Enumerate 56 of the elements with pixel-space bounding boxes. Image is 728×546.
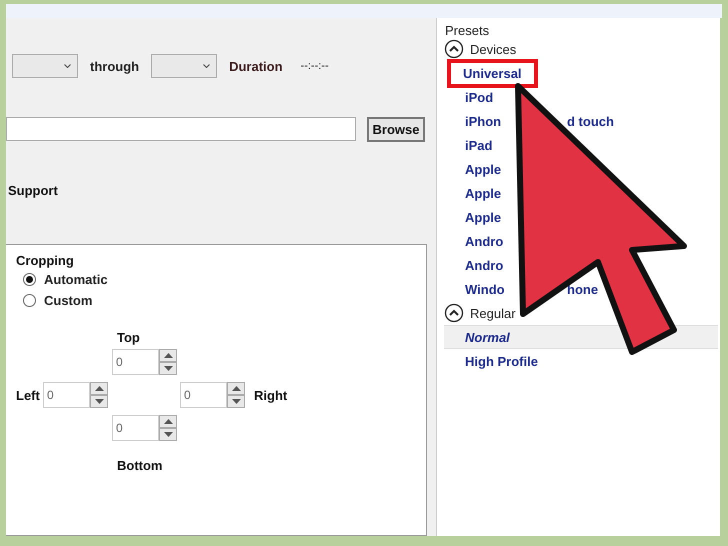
up-arrow-icon [164,353,172,358]
up-arrow-icon [232,386,240,391]
radio-label: Custom [44,293,92,308]
presets-title: Presets [444,23,490,37]
number-field[interactable]: 0 [112,349,159,375]
preset-item[interactable]: Andro [463,258,506,272]
spin-down-button[interactable] [159,362,177,375]
caret-icon [203,64,210,68]
spin-up-button[interactable] [227,382,245,395]
left-label: Left [16,388,41,402]
preset-item[interactable]: Normal [463,330,512,344]
duration-label: Duration [229,58,283,74]
preset-item-text: d touch [567,114,615,128]
caret-icon [64,64,71,68]
right-label: Right [253,388,288,402]
down-arrow-icon [164,432,172,437]
spin-up-button[interactable] [90,382,108,395]
preset-item[interactable]: Apple [463,162,504,176]
radio-button[interactable] [23,294,36,307]
up-arrow-icon [164,419,172,424]
down-arrow-icon [94,399,104,404]
spin-down-button[interactable] [90,395,108,408]
spin-down-button[interactable] [227,395,245,408]
preset-item[interactable]: High Profile [463,354,540,368]
number-field[interactable]: 0 [180,382,227,408]
preset-group-label: Devices [470,42,516,56]
preset-item[interactable]: iPhon [463,114,504,128]
browse-button[interactable]: Browse [367,116,425,142]
preset-item[interactable]: Universal [447,58,538,88]
preset-item[interactable]: Andro [463,234,506,248]
spin-up-button[interactable] [159,415,177,428]
top-label: Top [116,330,141,344]
preset-item-text: hone [567,282,600,296]
preset-item[interactable]: Apple [463,186,504,200]
preset-item[interactable]: iPad [463,138,494,152]
cropping-title: Cropping [16,253,75,269]
down-arrow-icon [164,366,172,371]
duration-value: --:--:-- [300,60,329,72]
support-label: Support [7,183,59,199]
bottom-label: Bottom [116,458,164,473]
collapse-icon[interactable] [444,303,464,323]
radio-label: Automatic [44,272,108,287]
through-label: through [90,58,140,74]
number-field[interactable]: 0 [112,415,159,441]
collapse-icon[interactable] [444,39,464,59]
down-arrow-icon [232,399,240,404]
spin-up-button[interactable] [159,349,177,362]
number-field[interactable]: 0 [43,382,90,408]
radio-button[interactable] [23,273,36,286]
preset-item[interactable]: Apple [463,210,504,224]
preset-item[interactable]: Windo [463,282,507,296]
up-arrow-icon [94,386,104,391]
preset-group-label: Regular [470,306,516,320]
destination-field[interactable] [6,117,356,141]
preset-item[interactable]: iPod [463,90,496,104]
spin-down-button[interactable] [159,428,177,441]
